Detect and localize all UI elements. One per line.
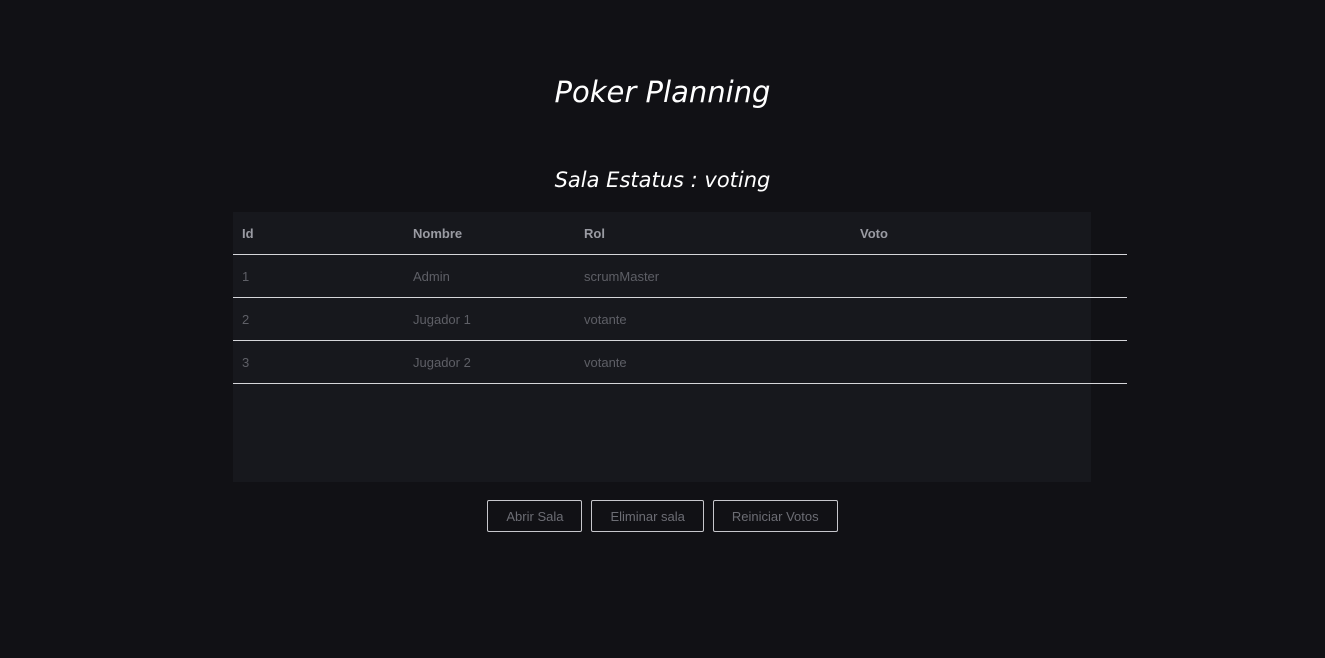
room-status: Sala Estatus : voting <box>554 168 771 192</box>
cell-rol: votante <box>575 297 851 341</box>
table-row: 1 Admin scrumMaster <box>233 254 1127 298</box>
cell-voto <box>851 340 1127 384</box>
table-row: 2 Jugador 1 votante <box>233 297 1127 341</box>
page-title: Poker Planning <box>554 75 771 109</box>
cell-id: 1 <box>233 254 404 298</box>
table-body: 1 Admin scrumMaster 2 Jugador 1 votante … <box>233 254 1127 384</box>
delete-room-button[interactable]: Eliminar sala <box>591 500 704 532</box>
reset-votes-button[interactable]: Reiniciar Votos <box>712 500 838 532</box>
table-header-row: Id Nombre Rol Voto <box>233 212 1127 255</box>
column-header-nombre: Nombre <box>404 212 575 255</box>
action-buttons: Abrir Sala Eliminar sala Reiniciar Votos <box>0 500 1325 532</box>
open-room-button[interactable]: Abrir Sala <box>487 500 583 532</box>
cell-id: 3 <box>233 340 404 384</box>
cell-voto <box>851 297 1127 341</box>
cell-nombre: Admin <box>404 254 575 298</box>
table-header: Id Nombre Rol Voto <box>233 212 1127 255</box>
page: Poker Planning Sala Estatus : voting Id … <box>0 0 1325 658</box>
cell-voto <box>851 254 1127 298</box>
cell-nombre: Jugador 1 <box>404 297 575 341</box>
cell-rol: scrumMaster <box>575 254 851 298</box>
cell-nombre: Jugador 2 <box>404 340 575 384</box>
column-header-rol: Rol <box>575 212 851 255</box>
cell-id: 2 <box>233 297 404 341</box>
players-table-panel: Id Nombre Rol Voto 1 Admin scrumMaster 2… <box>233 212 1127 482</box>
cell-rol: votante <box>575 340 851 384</box>
table-row: 3 Jugador 2 votante <box>233 340 1127 384</box>
players-table: Id Nombre Rol Voto 1 Admin scrumMaster 2… <box>233 212 1127 384</box>
column-header-voto: Voto <box>851 212 1127 255</box>
column-header-id: Id <box>233 212 404 255</box>
